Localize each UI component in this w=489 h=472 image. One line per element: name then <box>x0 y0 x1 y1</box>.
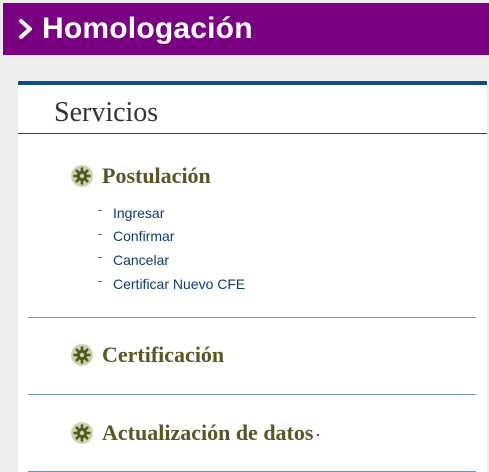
section-label-actualizacion-de-datos: Actualización de datos <box>102 420 314 445</box>
section-certificacion[interactable]: Certificación <box>70 343 224 367</box>
list-item: - Ingresar <box>98 201 245 225</box>
postulacion-links: - Ingresar - Confirmar - Cancelar - Cert… <box>98 201 245 295</box>
link-ingresar[interactable]: Ingresar <box>113 205 164 221</box>
services-panel: Servicios Postulación - Ingresar - Confi… <box>18 81 487 472</box>
link-certificar-nuevo-cfe[interactable]: Certificar Nuevo CFE <box>113 276 245 292</box>
section-label-certificacion: Certificación <box>102 342 225 367</box>
page-header: Homologación <box>3 3 489 55</box>
bullet-dash: - <box>98 202 103 218</box>
list-item: - Certificar Nuevo CFE <box>98 272 245 296</box>
section-divider <box>28 317 476 318</box>
section-postulacion[interactable]: Postulación <box>70 164 211 188</box>
panel-title-rule <box>18 133 487 134</box>
list-item: - Confirmar <box>98 225 245 249</box>
marker-dot <box>317 434 320 436</box>
gear-icon <box>71 344 93 366</box>
page-title: Homologación <box>42 12 253 45</box>
bullet-dash: - <box>98 273 103 289</box>
bullet-dash: - <box>98 249 103 265</box>
section-label-postulacion: Postulación <box>102 163 211 188</box>
gear-icon <box>71 165 93 187</box>
section-divider <box>28 394 476 395</box>
panel-title: Servicios <box>54 97 159 128</box>
link-confirmar[interactable]: Confirmar <box>113 228 174 244</box>
section-actualizacion-de-datos[interactable]: Actualización de datos <box>70 420 320 445</box>
list-item: - Cancelar <box>98 248 245 272</box>
bullet-dash: - <box>98 225 103 241</box>
link-cancelar[interactable]: Cancelar <box>113 252 169 268</box>
chevron-right-icon <box>17 16 35 42</box>
gear-icon <box>71 422 93 444</box>
